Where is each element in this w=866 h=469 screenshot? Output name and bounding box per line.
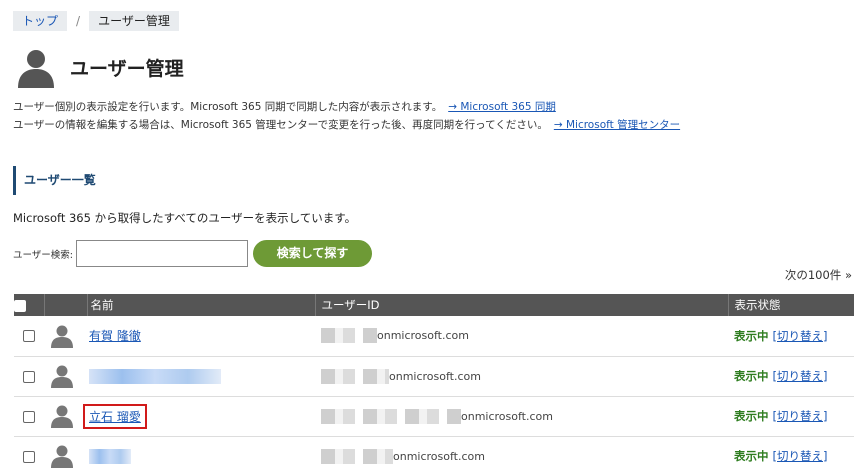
admin-center-link[interactable]: → Microsoft 管理センター <box>554 119 680 131</box>
redacted-id <box>321 328 377 344</box>
description-line-2: ユーザーの情報を編集する場合は、Microsoft 365 管理センターで変更を… <box>13 117 680 132</box>
user-id-suffix: onmicrosoft.com <box>393 449 485 463</box>
header-user-id: ユーザーID <box>314 294 728 316</box>
header-name: 名前 <box>86 294 315 316</box>
table-header-row: 名前 ユーザーID 表示状態 <box>14 294 854 316</box>
user-icon <box>18 50 54 88</box>
redacted-name-link[interactable] <box>89 448 131 464</box>
table-row: 有賀 隆徹 onmicrosoft.com 表示中 [切り替え] <box>14 316 854 357</box>
page-header: ユーザー管理 <box>16 46 184 88</box>
row-checkbox[interactable] <box>23 410 35 423</box>
user-name-link[interactable]: 立石 瑠愛 <box>89 410 141 424</box>
header-status: 表示状態 <box>727 294 854 316</box>
user-name-link[interactable]: 有賀 隆徹 <box>89 329 141 343</box>
table-row: onmicrosoft.com 表示中 [切り替え] <box>14 356 854 397</box>
search-button[interactable]: 検索して探す <box>253 240 373 267</box>
redacted-id <box>321 448 393 464</box>
row-checkbox[interactable] <box>23 330 35 343</box>
status-badge: 表示中 <box>734 409 769 423</box>
user-search-input[interactable] <box>76 240 249 267</box>
toggle-link[interactable]: [切り替え] <box>773 329 828 343</box>
search-bar: ユーザー検索: 検索して探す <box>13 240 373 267</box>
m365-sync-link[interactable]: → Microsoft 365 同期 <box>448 101 556 113</box>
row-checkbox[interactable] <box>23 450 35 463</box>
breadcrumb: トップ / ユーザー管理 <box>13 11 179 31</box>
redacted-id <box>321 368 389 384</box>
next-page-link[interactable]: 次の100件 » <box>785 267 852 283</box>
status-badge: 表示中 <box>734 328 769 343</box>
description-text-2: ユーザーの情報を編集する場合は、Microsoft 365 管理センターで変更を… <box>13 119 548 131</box>
section-title: ユーザー一覧 <box>13 166 96 195</box>
breadcrumb-current: ユーザー管理 <box>89 11 179 31</box>
row-checkbox[interactable] <box>23 370 35 383</box>
user-id-suffix: onmicrosoft.com <box>461 409 553 423</box>
status-badge: 表示中 <box>734 369 769 383</box>
status-badge: 表示中 <box>734 449 769 463</box>
highlight-box: 立石 瑠愛 <box>83 403 147 429</box>
page-title: ユーザー管理 <box>70 57 184 80</box>
description-text-1: ユーザー個別の表示設定を行います。Microsoft 365 同期で同期した内容… <box>13 101 443 113</box>
redacted-name-link[interactable] <box>89 368 221 384</box>
user-avatar-icon <box>51 405 73 428</box>
user-id-suffix: onmicrosoft.com <box>377 329 469 343</box>
users-table: 名前 ユーザーID 表示状態 有賀 隆徹 onmicrosoft.com 表示中… <box>14 294 854 469</box>
toggle-link[interactable]: [切り替え] <box>773 449 828 463</box>
header-avatar <box>43 294 87 316</box>
breadcrumb-separator: / <box>76 14 81 28</box>
intro-text: Microsoft 365 から取得したすべてのユーザーを表示しています。 <box>13 211 357 225</box>
redacted-id <box>321 408 461 424</box>
table-row: onmicrosoft.com 表示中 [切り替え] <box>14 436 854 469</box>
user-id-suffix: onmicrosoft.com <box>389 369 481 383</box>
table-row: 立石 瑠愛 onmicrosoft.com 表示中 [切り替え] <box>14 396 854 437</box>
description-line-1: ユーザー個別の表示設定を行います。Microsoft 365 同期で同期した内容… <box>13 99 556 114</box>
header-select-all <box>14 294 44 316</box>
user-avatar-icon <box>51 365 73 388</box>
user-avatar-icon <box>51 445 73 468</box>
user-avatar-icon <box>51 325 73 348</box>
breadcrumb-home-link[interactable]: トップ <box>13 11 68 31</box>
toggle-link[interactable]: [切り替え] <box>773 369 828 383</box>
select-all-checkbox[interactable] <box>14 299 26 312</box>
search-label: ユーザー検索: <box>13 249 74 261</box>
toggle-link[interactable]: [切り替え] <box>773 409 828 423</box>
